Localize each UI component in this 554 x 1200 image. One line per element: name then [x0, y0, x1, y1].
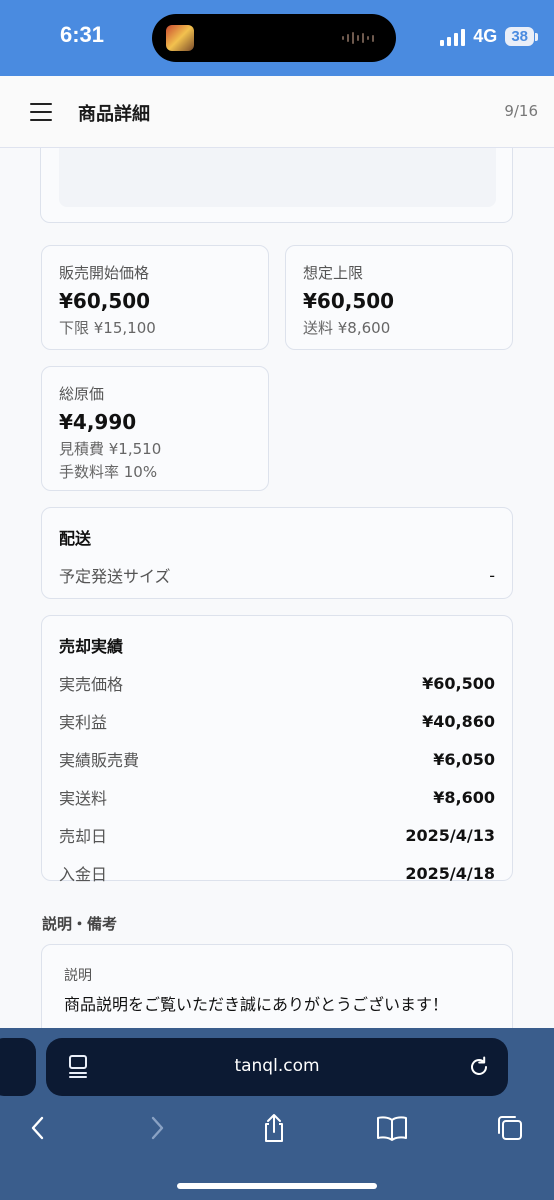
sales-record-card: 売却実績 実売価格 ¥60,500 実利益 ¥40,860 実績販売費 ¥6,0… [41, 615, 513, 884]
page-title: 商品詳細 [78, 104, 150, 125]
tab-switcher-button[interactable] [492, 1110, 528, 1146]
row-value: - [489, 565, 495, 585]
network-type: 4G [473, 26, 498, 46]
metric-sub: 送料 ¥8,600 [303, 319, 391, 337]
dynamic-island[interactable] [152, 14, 396, 62]
metric-value: ¥60,500 [303, 289, 395, 313]
row-label: 実利益 [59, 713, 108, 732]
image-placeholder [59, 148, 496, 207]
chevron-left-icon [31, 1116, 44, 1140]
image-card [40, 148, 513, 223]
description-label: 説明 [64, 968, 92, 984]
row-value: 2025/4/13 [405, 825, 495, 845]
notes-heading: 説明・備考 [42, 915, 118, 933]
metric-value: ¥60,500 [59, 289, 151, 313]
home-indicator [177, 1183, 377, 1189]
sales-row: 実送料 ¥8,600 [59, 785, 495, 809]
row-label: 売却日 [59, 827, 108, 846]
share-button[interactable] [256, 1110, 292, 1146]
metric-sub: 手数料率 10% [59, 463, 158, 481]
expected-max-card: 想定上限 ¥60,500 送料 ¥8,600 [285, 245, 513, 350]
row-label: 実績販売費 [59, 751, 140, 770]
now-playing-artwork [166, 25, 194, 51]
audio-wave-icon [342, 31, 374, 45]
book-icon [377, 1116, 407, 1141]
hamburger-icon[interactable] [30, 103, 52, 121]
metric-label: 想定上限 [303, 264, 364, 282]
metric-value: ¥4,990 [59, 410, 137, 434]
metric-label: 販売開始価格 [59, 264, 150, 282]
shipping-card: 配送 予定発送サイズ - [41, 507, 513, 599]
row-label: 実送料 [59, 789, 108, 808]
url-text[interactable]: tanql.com [46, 1056, 508, 1076]
sales-row: 売却日 2025/4/13 [59, 823, 495, 847]
description-text: 商品説明をご覧いただき誠にありがとうございます！ [64, 995, 449, 1014]
metric-sub: 下限 ¥15,100 [59, 319, 156, 337]
row-value: 2025/4/18 [405, 863, 495, 883]
sales-row: 実利益 ¥40,860 [59, 709, 495, 733]
share-icon [265, 1114, 283, 1142]
status-time: 6:31 [60, 22, 105, 47]
sales-row: 実績販売費 ¥6,050 [59, 747, 495, 771]
chevron-right-icon [151, 1116, 164, 1140]
tabs-icon [498, 1116, 522, 1140]
section-title: 売却実績 [59, 637, 124, 656]
cellular-signal-icon [440, 28, 466, 46]
description-card: 説明 商品説明をご覧いただき誠にありがとうございます！ [41, 944, 513, 1028]
total-cost-card: 総原価 ¥4,990 見積費 ¥1,510 手数料率 10% [41, 366, 269, 491]
section-title: 配送 [59, 529, 92, 548]
row-label: 実売価格 [59, 675, 124, 694]
metric-label: 総原価 [59, 385, 105, 403]
app-header: 商品詳細 9/16 [0, 76, 554, 148]
battery-icon: 38 [505, 27, 538, 46]
forward-button[interactable] [139, 1110, 175, 1146]
status-indicators: 4G 38 [440, 26, 538, 47]
sales-row: 実売価格 ¥60,500 [59, 671, 495, 695]
row-value: ¥6,050 [433, 749, 495, 769]
reload-icon[interactable] [466, 1054, 492, 1080]
sales-row: 入金日 2025/4/18 [59, 861, 495, 885]
previous-tab-preview[interactable] [0, 1038, 36, 1096]
row-label: 入金日 [59, 865, 108, 884]
shipping-row: 予定発送サイズ - [59, 563, 495, 587]
row-value: ¥60,500 [422, 673, 495, 693]
row-value: ¥40,860 [422, 711, 495, 731]
page-counter: 9/16 [504, 102, 538, 120]
back-button[interactable] [20, 1110, 56, 1146]
bookmarks-button[interactable] [374, 1110, 410, 1146]
browser-toolbar: tanql.com [0, 1028, 554, 1200]
row-value: ¥8,600 [433, 787, 495, 807]
row-label: 予定発送サイズ [59, 567, 171, 586]
browser-nav-row [0, 1106, 554, 1152]
main-content[interactable]: 販売開始価格 ¥60,500 下限 ¥15,100 想定上限 ¥60,500 送… [0, 148, 554, 1028]
status-bar: 6:31 4G 38 [0, 0, 554, 76]
address-bar[interactable]: tanql.com [46, 1038, 508, 1096]
metric-sub: 見積費 ¥1,510 [59, 440, 162, 458]
start-price-card: 販売開始価格 ¥60,500 下限 ¥15,100 [41, 245, 269, 350]
